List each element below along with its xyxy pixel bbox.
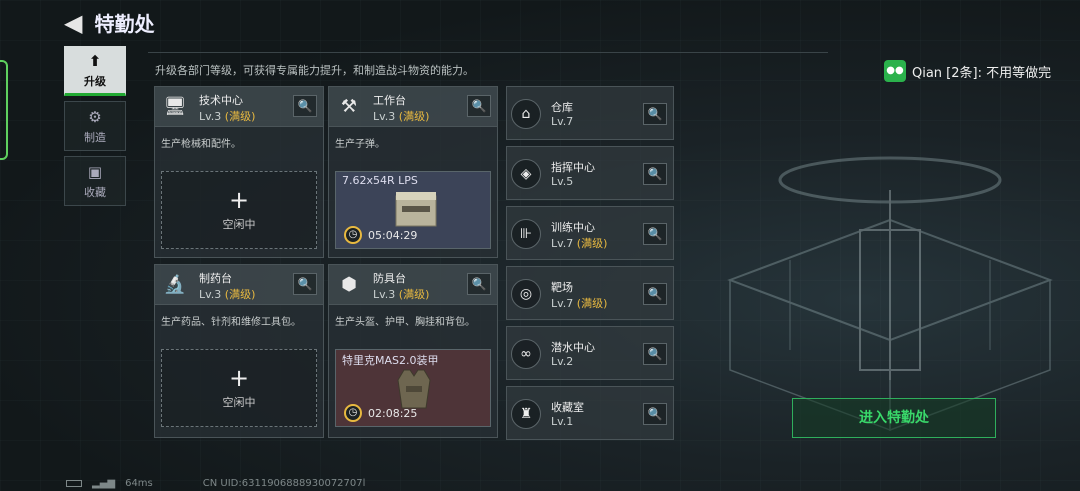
card-title: 工作台 [373, 94, 406, 107]
slot-status: 空闲中 [222, 218, 256, 231]
dumbbell-icon: ⊪ [511, 219, 541, 249]
facility-card-shooting-range[interactable]: ◎ 靶场 Lv.7 (满级) 🔍 [506, 266, 674, 320]
notification-text: Qian [2条]: 不用等做完 [912, 65, 1052, 81]
card-title: 制药台 [199, 272, 232, 285]
facility-card-pharmacy[interactable]: 🔬 制药台 Lv.3 (满级) 🔍 生产药品、针剂和维修工具包。 + 空闲中 [154, 264, 324, 438]
product-name: 特里克MAS2.0装甲 [342, 354, 439, 367]
warehouse-icon: ⌂ [511, 99, 541, 129]
facility-card-workbench[interactable]: ⚒ 工作台 Lv.3 (满级) 🔍 生产子弹。 7.62x54R LPS ◷ 0… [328, 86, 498, 258]
facility-card-armor-bench[interactable]: ⬢ 防具台 Lv.3 (满级) 🔍 生产头盔、护甲、胸挂和背包。 特里克MAS2… [328, 264, 498, 438]
status-bar: ▂▄▆ 64ms CN UID:6311906888930072707l [66, 478, 365, 489]
search-icon[interactable]: 🔍 [643, 403, 667, 425]
enter-special-ops-button[interactable]: 进入特勤处 [792, 398, 996, 438]
card-title: 仓库 [551, 101, 573, 114]
card-title: 靶场 [551, 281, 573, 294]
body-armor-image [397, 369, 431, 409]
card-level: Lv.7 (满级) [551, 297, 608, 310]
collection-icon: ▣ [87, 162, 103, 181]
production-timer: 02:08:25 [368, 407, 418, 420]
facility-card-command-center[interactable]: ◈ 指挥中心 Lv.5 🔍 [506, 146, 674, 200]
product-name: 7.62x54R LPS [342, 174, 418, 187]
page-description: 升级各部门等级，可获得专属能力提升，和制造战斗物资的能力。 [155, 64, 474, 77]
production-slot-idle[interactable]: + 空闲中 [161, 349, 317, 427]
trophy-icon: ♜ [511, 399, 541, 429]
target-icon: ◎ [511, 279, 541, 309]
card-title: 指挥中心 [551, 161, 595, 174]
plus-icon: + [228, 186, 250, 214]
production-timer: 05:04:29 [368, 229, 418, 242]
card-title: 技术中心 [199, 94, 243, 107]
clock-icon: ◷ [344, 404, 362, 422]
search-icon[interactable]: 🔍 [467, 95, 491, 117]
uid-text: CN UID:6311906888930072707l [202, 478, 366, 489]
chat-notification[interactable]: ●● Qian [2条]: 不用等做完 [884, 60, 1051, 82]
header-divider [148, 52, 828, 53]
upgrade-icon: ⬆ [88, 51, 102, 70]
search-icon[interactable]: 🔍 [643, 283, 667, 305]
card-description: 生产头盔、护甲、胸挂和背包。 [335, 317, 475, 328]
signal-icon: ▂▄▆ [92, 478, 116, 489]
slot-status: 空闲中 [222, 396, 256, 409]
card-level: Lv.3 (满级) [373, 288, 430, 301]
card-level: Lv.7 [551, 115, 574, 128]
ping-value: 64ms [125, 478, 153, 489]
card-title: 训练中心 [551, 221, 595, 234]
header: ◀ 特勤处 [64, 8, 154, 37]
plus-icon: + [228, 364, 250, 392]
card-header: ⚒ 工作台 Lv.3 (满级) 🔍 [329, 87, 497, 127]
search-icon[interactable]: 🔍 [293, 95, 317, 117]
sidebar: ⬆ 升级 ⚙ 制造 ▣ 收藏 [64, 46, 126, 211]
left-edge-tab[interactable] [0, 60, 8, 160]
facility-card-warehouse[interactable]: ⌂ 仓库 Lv.7 🔍 [506, 86, 674, 140]
search-icon[interactable]: 🔍 [467, 273, 491, 295]
search-icon[interactable]: 🔍 [643, 163, 667, 185]
microscope-icon: 🔬 [163, 274, 187, 295]
sidebar-item-craft[interactable]: ⚙ 制造 [64, 101, 126, 151]
production-item[interactable]: 特里克MAS2.0装甲 ◷ 02:08:25 [335, 349, 491, 427]
sidebar-item-upgrade[interactable]: ⬆ 升级 [64, 46, 126, 96]
card-level: Lv.2 [551, 355, 574, 368]
production-slot-idle[interactable]: + 空闲中 [161, 171, 317, 249]
facility-card-tech-center[interactable]: 🖥 技术中心 Lv.3 (满级) 🔍 生产枪械和配件。 + 空闲中 [154, 86, 324, 258]
card-description: 生产药品、针剂和维修工具包。 [161, 317, 301, 328]
clock-icon: ◷ [344, 226, 362, 244]
goggles-icon: ∞ [511, 339, 541, 369]
facility-card-training-center[interactable]: ⊪ 训练中心 Lv.7 (满级) 🔍 [506, 206, 674, 260]
card-level: Lv.3 (满级) [373, 110, 430, 123]
back-arrow-icon[interactable]: ◀ [64, 9, 82, 37]
battery-icon [66, 480, 82, 487]
card-level: Lv.5 [551, 175, 574, 188]
gear-icon: ⚙ [88, 107, 102, 126]
page-title: 特勤处 [94, 12, 155, 36]
computer-icon: 🖥 [163, 96, 187, 117]
production-item[interactable]: 7.62x54R LPS ◷ 05:04:29 [335, 171, 491, 249]
sidebar-item-collection[interactable]: ▣ 收藏 [64, 156, 126, 206]
wechat-icon: ●● [884, 60, 906, 82]
card-description: 生产子弹。 [335, 139, 385, 150]
card-level: Lv.1 [551, 415, 574, 428]
card-description: 生产枪械和配件。 [161, 139, 241, 150]
sidebar-item-label: 升级 [84, 74, 106, 88]
tools-icon: ⚒ [340, 96, 358, 117]
card-title: 防具台 [373, 272, 406, 285]
card-header: 🖥 技术中心 Lv.3 (满级) 🔍 [155, 87, 323, 127]
card-title: 收藏室 [551, 401, 584, 414]
search-icon[interactable]: 🔍 [643, 343, 667, 365]
card-level: Lv.3 (满级) [199, 288, 256, 301]
card-header: ⬢ 防具台 Lv.3 (满级) 🔍 [329, 265, 497, 305]
command-icon: ◈ [511, 159, 541, 189]
facility-card-diving-center[interactable]: ∞ 潜水中心 Lv.2 🔍 [506, 326, 674, 380]
search-icon[interactable]: 🔍 [643, 103, 667, 125]
facility-card-collection-room[interactable]: ♜ 收藏室 Lv.1 🔍 [506, 386, 674, 440]
card-level: Lv.7 (满级) [551, 237, 608, 250]
cubes-icon: ⬢ [341, 274, 357, 295]
card-header: 🔬 制药台 Lv.3 (满级) 🔍 [155, 265, 323, 305]
sidebar-item-label: 制造 [84, 130, 106, 144]
search-icon[interactable]: 🔍 [643, 223, 667, 245]
card-level: Lv.3 (满级) [199, 110, 256, 123]
sidebar-item-label: 收藏 [84, 185, 106, 199]
search-icon[interactable]: 🔍 [293, 273, 317, 295]
card-title: 潜水中心 [551, 341, 595, 354]
ammo-box-image [395, 192, 437, 227]
